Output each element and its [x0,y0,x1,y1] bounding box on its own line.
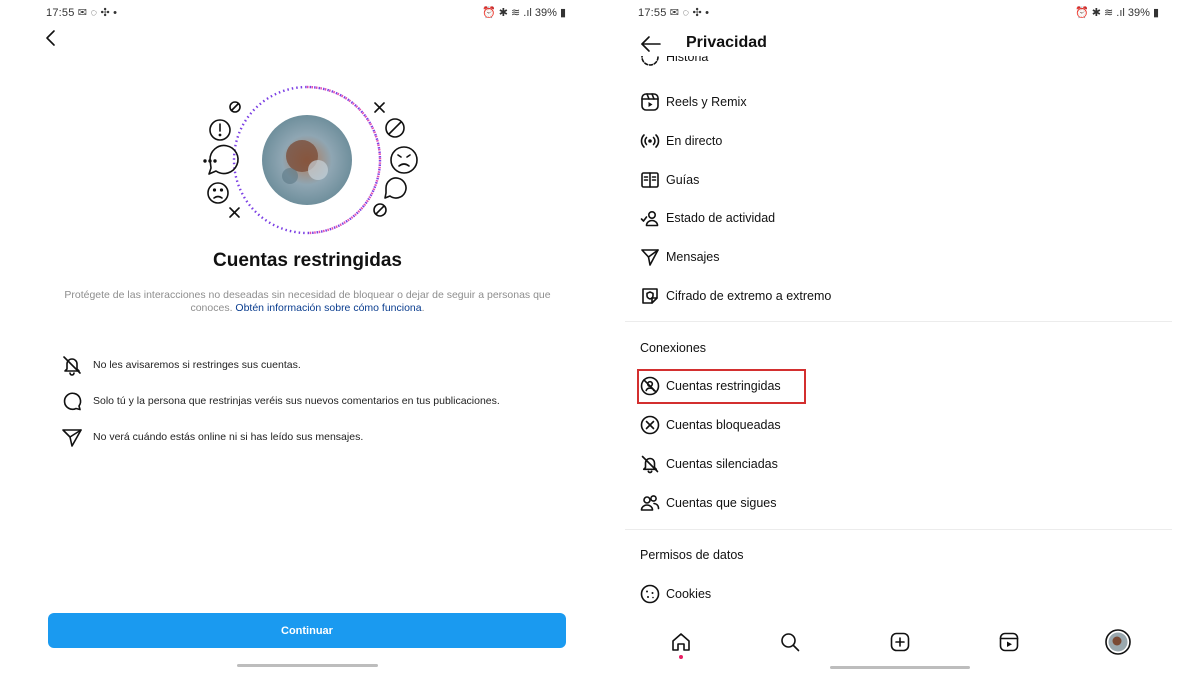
back-button[interactable] [42,28,60,48]
cookies-icon [640,584,660,604]
feature-text: No les avisaremos si restringes sus cuen… [93,359,301,371]
reels-tab-icon [999,632,1019,652]
list-item-guides[interactable]: Guías [640,167,699,193]
comment-bubble-icon [60,389,84,413]
messages-icon [640,247,660,267]
list-item-blocked[interactable]: Cuentas bloqueadas [640,412,781,438]
restricted-illustration [190,84,430,244]
status-icons-right: ⏰ ✱ ≋ .ıl 39% ▮ [1075,7,1160,19]
list-item-label: Reels y Remix [666,95,747,109]
partial-list-item: Historia [640,56,720,70]
blocked-icon [640,415,660,435]
reels-icon [640,92,660,112]
home-icon [672,633,690,651]
list-item-reels[interactable]: Reels y Remix [640,89,747,115]
muted-icon [640,454,660,474]
feature-text: Solo tú y la persona que restrinjas veré… [93,395,500,407]
live-icon [640,131,660,151]
arrow-left-icon [641,36,661,52]
list-item-label: Cifrado de extremo a extremo [666,289,832,303]
continue-button[interactable]: Continuar [48,613,566,648]
nav-home[interactable] [667,628,695,656]
bell-off-icon [60,353,84,377]
nav-search[interactable] [776,628,804,656]
list-item-muted[interactable]: Cuentas silenciadas [640,451,778,477]
section-divider [625,321,1172,322]
notification-dot [679,655,683,659]
description-end: . [421,302,425,314]
list-item-label: Mensajes [666,250,720,264]
section-header-connections: Conexiones [640,341,707,355]
list-item-restricted[interactable]: Cuentas restringidas [640,373,781,399]
list-item-live[interactable]: En directo [640,128,722,154]
restricted-icon [640,376,660,396]
list-item-cookies[interactable]: Cookies [640,581,711,607]
back-button-right[interactable] [640,35,662,53]
home-indicator-left [237,664,378,667]
screen-title: Privacidad [686,34,767,51]
profile-avatar [1105,629,1131,655]
list-item-label: Estado de actividad [666,211,776,225]
list-item-label: Cuentas que sigues [666,496,777,510]
list-item-label: Guías [666,173,700,187]
create-icon [890,632,910,652]
e2e-encryption-icon [640,286,660,306]
list-item-label: Cookies [666,587,712,601]
feature-item: No les avisaremos si restringes sus cuen… [60,353,301,377]
list-item-activity-status[interactable]: Estado de actividad [640,205,775,231]
list-item-following[interactable]: Cuentas que sigues [640,490,777,516]
list-item-label: Cuentas silenciadas [666,457,778,471]
nav-profile[interactable] [1104,628,1132,656]
chevron-left-icon [46,30,55,46]
learn-more-link[interactable]: Obtén información sobre cómo funciona [235,302,421,314]
feature-item: No verá cuándo estás online ni si has le… [60,425,363,449]
nav-reels[interactable] [995,628,1023,656]
section-header-data: Permisos de datos [640,548,744,562]
feature-text: No verá cuándo estás online ni si has le… [93,431,364,443]
page-title: Cuentas restringidas [213,250,402,271]
following-icon [640,493,660,513]
list-item-label: Cuentas bloqueadas [666,418,781,432]
guides-icon [640,170,660,190]
nav-create[interactable] [886,628,914,656]
list-item-e2e[interactable]: Cifrado de extremo a extremo [640,283,831,309]
activity-status-icon [640,208,660,228]
story-icon [641,56,659,66]
home-indicator-right [830,666,970,669]
list-item-messages[interactable]: Mensajes [640,244,720,270]
status-time-right: 17:55 ✉ ◌ ✣ • [638,7,710,19]
status-icons-left: ⏰ ✱ ≋ .ıl 39% ▮ [482,7,567,19]
status-time-left: 17:55 ✉ ◌ ✣ • [46,7,118,19]
search-icon [781,633,800,652]
feature-item: Solo tú y la persona que restrinjas veré… [60,389,500,413]
section-divider [625,529,1172,530]
description: Protégete de las interacciones no desead… [55,289,560,315]
direct-message-icon [60,425,84,449]
list-item-label: Cuentas restringidas [666,379,781,393]
list-item-label: En directo [666,134,723,148]
